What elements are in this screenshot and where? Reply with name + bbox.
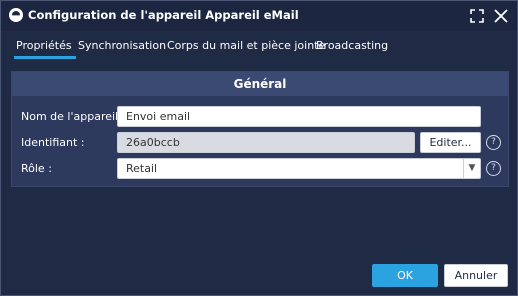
device-name-input[interactable]: Envoi email [117, 106, 481, 127]
identifier-label: Identifiant : [21, 136, 85, 149]
role-help-icon[interactable]: ? [486, 161, 501, 176]
tab-corps-du-mail[interactable]: Corps du mail et pièce jointe [167, 39, 325, 52]
window-title: Configuration de l'appareil Appareil eMa… [28, 8, 299, 22]
identifier-help-icon[interactable]: ? [486, 135, 501, 150]
chevron-down-icon[interactable]: ▼ [463, 159, 480, 178]
app-logo-icon [9, 8, 23, 22]
tab-proprietes[interactable]: Propriétés [14, 39, 76, 59]
title-bar: Configuration de l'appareil Appareil eMa… [1, 1, 517, 31]
close-icon[interactable] [492, 7, 510, 25]
general-panel: Général Nom de l'appareil : Envoi email … [11, 71, 509, 187]
section-title: Général [12, 72, 508, 96]
cancel-button[interactable]: Annuler [444, 264, 508, 287]
role-select[interactable]: Retail ▼ [117, 158, 481, 179]
role-selected-value: Retail [126, 162, 158, 175]
edit-identifier-button[interactable]: Editer... [420, 132, 481, 153]
ok-button[interactable]: OK [372, 264, 438, 287]
device-config-dialog: Configuration de l'appareil Appareil eMa… [0, 0, 518, 296]
identifier-field: 26a0bccb [117, 132, 415, 153]
tab-broadcasting[interactable]: Broadcasting [316, 39, 388, 52]
tab-synchronisation[interactable]: Synchronisation [78, 39, 166, 52]
tab-bar: Propriétés Synchronisation Corps du mail… [1, 31, 517, 63]
device-name-label: Nom de l'appareil : [21, 110, 126, 123]
maximize-icon[interactable] [468, 7, 486, 25]
role-label: Rôle : [21, 162, 52, 175]
